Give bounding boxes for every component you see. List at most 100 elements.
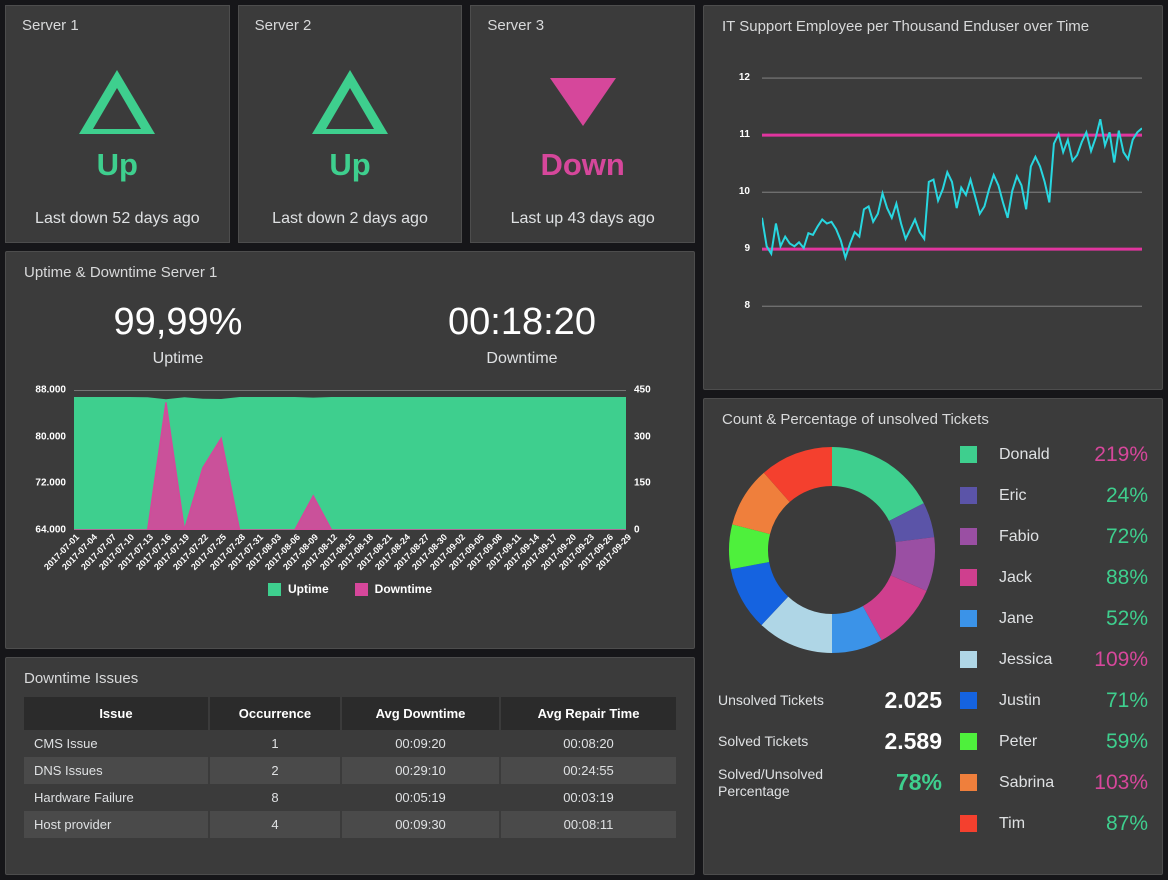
legend-person-name: Eric xyxy=(999,487,1072,505)
tickets-body: Unsolved Tickets2.025 Solved Tickets2.589… xyxy=(704,428,1162,874)
ticket-legend-row[interactable]: Eric24% xyxy=(960,475,1148,516)
legend-swatch xyxy=(960,692,977,709)
ticket-legend-row[interactable]: Tim87% xyxy=(960,803,1148,844)
legend-percent: 87% xyxy=(1072,812,1148,836)
ticket-stat-value: 78% xyxy=(858,769,946,796)
ticket-stat-label: Unsolved Tickets xyxy=(718,692,858,708)
column-header[interactable]: Avg Repair Time xyxy=(500,697,676,730)
downtime-stat: 00:18:20 Downtime xyxy=(350,301,694,368)
table-row[interactable]: Host provider400:09:3000:08:11 xyxy=(24,811,676,838)
legend-percent: 71% xyxy=(1072,689,1148,713)
left-column: Server 1 Up Last down 52 days ago Server 2 U… xyxy=(5,5,695,875)
legend-percent: 52% xyxy=(1072,607,1148,631)
triangle-down-icon xyxy=(550,63,616,141)
ticket-stat-row: Solved Tickets2.589 xyxy=(718,721,946,762)
ticket-legend-row[interactable]: Jack88% xyxy=(960,557,1148,598)
table-row[interactable]: DNS Issues200:29:1000:24:55 xyxy=(24,757,676,784)
uptime-value: 99,99% xyxy=(6,301,350,344)
legend-person-name: Peter xyxy=(999,733,1072,751)
server-last-change: Last up 43 days ago xyxy=(511,210,655,228)
ticket-legend-row[interactable]: Donald219% xyxy=(960,434,1148,475)
table-cell: 00:08:11 xyxy=(500,811,676,838)
uptime-stat: 99,99% Uptime xyxy=(6,301,350,368)
y-tick-right: 450 xyxy=(634,385,651,396)
ticket-stat-label: Solved Tickets xyxy=(718,733,858,749)
column-header[interactable]: Avg Downtime xyxy=(341,697,500,730)
legend-percent: 88% xyxy=(1072,566,1148,590)
uptime-plot-area xyxy=(74,390,626,530)
column-header[interactable]: Occurrence xyxy=(209,697,341,730)
column-header[interactable]: Issue xyxy=(24,697,209,730)
legend-percent: 109% xyxy=(1072,648,1148,672)
it-support-chart: 12111098 xyxy=(704,41,1162,351)
uptime-area-chart: 88.00080.00072.00064.000 4503001500 2017… xyxy=(6,380,694,580)
ticket-legend-row[interactable]: Peter59% xyxy=(960,721,1148,762)
y-tick-right: 0 xyxy=(634,525,640,536)
server-status-card[interactable]: Server 3DownLast up 43 days ago xyxy=(470,5,695,243)
table-cell: 00:29:10 xyxy=(341,757,500,784)
server-state: Up xyxy=(97,147,138,183)
legend-swatch xyxy=(960,487,977,504)
ticket-legend-row[interactable]: Jane52% xyxy=(960,598,1148,639)
table-body: CMS Issue100:09:2000:08:20DNS Issues200:… xyxy=(24,730,676,838)
table-row[interactable]: Hardware Failure800:05:1900:03:19 xyxy=(24,784,676,811)
donut-svg xyxy=(726,444,938,656)
y-tick-label: 10 xyxy=(720,186,750,197)
table-cell: 2 xyxy=(209,757,341,784)
table-cell: 00:24:55 xyxy=(500,757,676,784)
downtime-label: Downtime xyxy=(350,350,694,368)
ticket-legend-row[interactable]: Fabio72% xyxy=(960,516,1148,557)
table-cell: CMS Issue xyxy=(24,730,209,757)
table-cell: Host provider xyxy=(24,811,209,838)
legend-swatch xyxy=(960,733,977,750)
donut-holder xyxy=(718,434,946,666)
table-cell: 4 xyxy=(209,811,341,838)
ticket-stat-value: 2.025 xyxy=(858,687,946,714)
legend-percent: 59% xyxy=(1072,730,1148,754)
tickets-legend: Donald219%Eric24%Fabio72%Jack88%Jane52%J… xyxy=(946,434,1148,864)
legend-swatch xyxy=(960,528,977,545)
legend-swatch xyxy=(960,569,977,586)
server-name: Server 2 xyxy=(255,17,312,34)
server-status-card[interactable]: Server 1 Up Last down 52 days ago xyxy=(5,5,230,243)
uptime-y-axis-right: 4503001500 xyxy=(634,390,686,530)
y-tick-label: 9 xyxy=(720,243,750,254)
ticket-legend-row[interactable]: Sabrina103% xyxy=(960,762,1148,803)
table-cell: 00:08:20 xyxy=(500,730,676,757)
y-tick-label: 8 xyxy=(720,300,750,311)
tickets-panel-title: Count & Percentage of unsolved Tickets xyxy=(704,399,1162,428)
legend-person-name: Jack xyxy=(999,569,1072,587)
server-name: Server 1 xyxy=(22,17,79,34)
legend-swatch xyxy=(960,610,977,627)
server-state: Up xyxy=(329,147,370,183)
legend-percent: 72% xyxy=(1072,525,1148,549)
ticket-legend-row[interactable]: Justin71% xyxy=(960,680,1148,721)
legend-percent: 24% xyxy=(1072,484,1148,508)
server-status-row: Server 1 Up Last down 52 days ago Server 2 U… xyxy=(5,5,695,243)
table-cell: 00:09:30 xyxy=(341,811,500,838)
server-status-card[interactable]: Server 2 Up Last down 2 days ago xyxy=(238,5,463,243)
ticket-stat-row: Solved/Unsolved Percentage78% xyxy=(718,762,946,803)
ticket-stat-label: Solved/Unsolved Percentage xyxy=(718,766,858,798)
it-support-line xyxy=(762,119,1142,258)
right-column: IT Support Employee per Thousand Enduser… xyxy=(703,5,1163,875)
table-cell: 00:05:19 xyxy=(341,784,500,811)
table-row[interactable]: CMS Issue100:09:2000:08:20 xyxy=(24,730,676,757)
table-cell: 1 xyxy=(209,730,341,757)
table-cell: 00:09:20 xyxy=(341,730,500,757)
donut-segment[interactable] xyxy=(832,447,924,521)
uptime-big-stats: 99,99% Uptime 00:18:20 Downtime xyxy=(6,301,694,368)
table-header-row: IssueOccurrenceAvg DowntimeAvg Repair Ti… xyxy=(24,697,676,730)
y-tick-left: 72.000 xyxy=(35,478,66,489)
legend-person-name: Tim xyxy=(999,815,1072,833)
legend-percent: 103% xyxy=(1072,771,1148,795)
downtime-value: 00:18:20 xyxy=(350,301,694,344)
legend-person-name: Fabio xyxy=(999,528,1072,546)
ticket-legend-row[interactable]: Jessica109% xyxy=(960,639,1148,680)
legend-percent: 219% xyxy=(1072,443,1148,467)
it-support-svg xyxy=(762,61,1142,329)
donut-column: Unsolved Tickets2.025 Solved Tickets2.589… xyxy=(718,434,946,864)
server-last-change: Last down 52 days ago xyxy=(35,210,200,228)
ticket-stat-value: 2.589 xyxy=(858,728,946,755)
server-last-change: Last down 2 days ago xyxy=(272,210,428,228)
